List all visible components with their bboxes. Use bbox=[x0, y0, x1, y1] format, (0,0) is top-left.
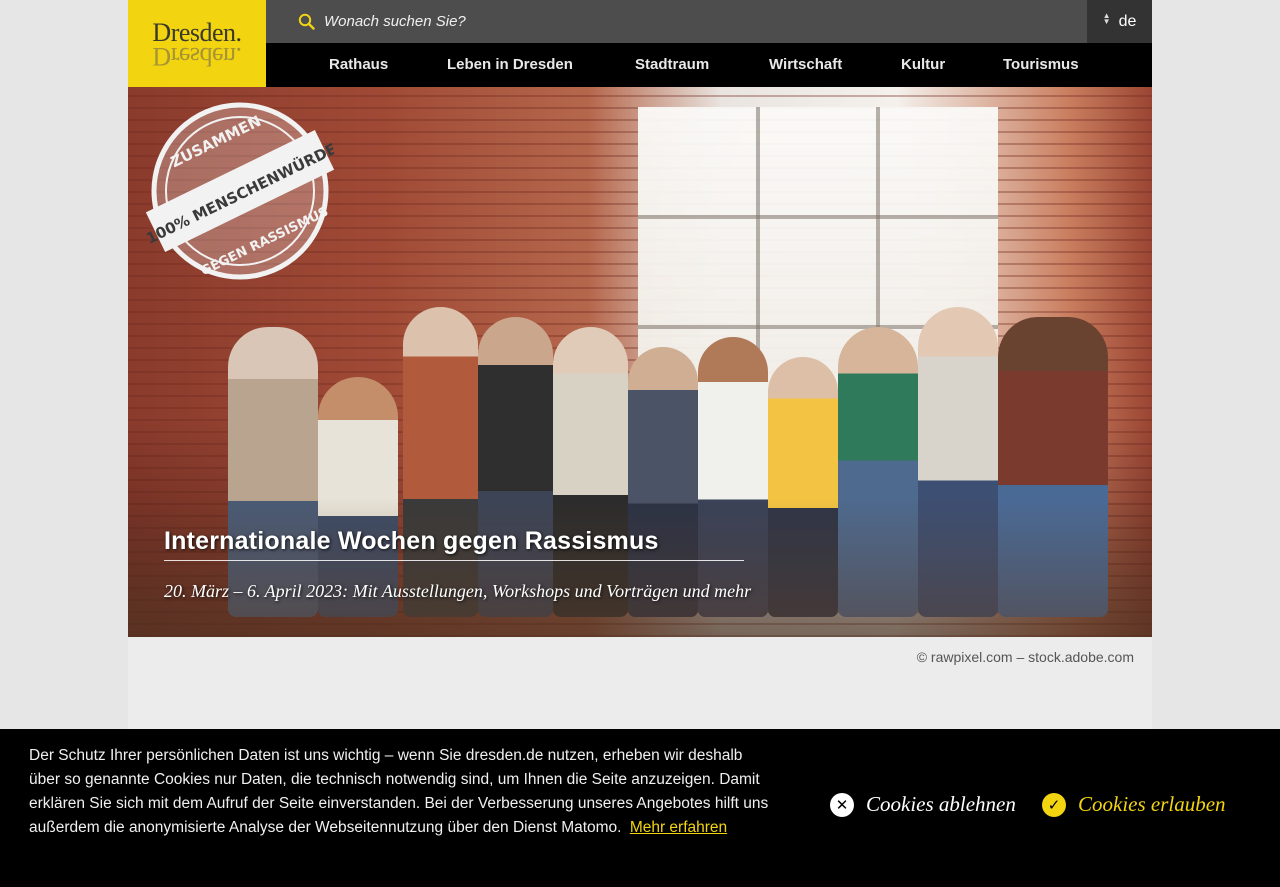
search-icon[interactable] bbox=[296, 12, 316, 32]
cookie-text-paragraph: Der Schutz Ihrer persönlichen Daten ist … bbox=[29, 744, 769, 840]
allow-cookies-button[interactable]: ✓ Cookies erlauben bbox=[1042, 792, 1226, 817]
check-circle-icon: ✓ bbox=[1042, 792, 1066, 817]
nav-item-tourismus[interactable]: Tourismus bbox=[1003, 56, 1079, 73]
more-info-link[interactable]: Mehr erfahren bbox=[630, 819, 727, 836]
nav-item-stadtraum[interactable]: Stadtraum bbox=[635, 56, 709, 73]
hero-title: Internationale Wochen gegen Rassismus bbox=[164, 527, 744, 561]
allow-cookies-label: Cookies erlauben bbox=[1078, 792, 1226, 816]
decline-cookies-button[interactable]: ✕ Cookies ablehnen bbox=[830, 792, 1016, 817]
nav-item-wirtschaft[interactable]: Wirtschaft bbox=[769, 56, 842, 73]
cookie-banner: Der Schutz Ihrer persönlichen Daten ist … bbox=[0, 729, 1280, 887]
close-circle-icon: ✕ bbox=[830, 792, 854, 817]
decline-cookies-label: Cookies ablehnen bbox=[866, 792, 1016, 816]
nav-item-kultur[interactable]: Kultur bbox=[901, 56, 945, 73]
logo-text: Dresden. bbox=[152, 17, 242, 47]
hero-banner[interactable]: 100% MENSCHENWÜRDE ZUSAMMEN GEGEN RASSIS… bbox=[128, 87, 1152, 637]
nav-item-rathaus[interactable]: Rathaus bbox=[329, 56, 388, 73]
language-arrows-icon: ▲ ▼ bbox=[1102, 10, 1111, 26]
logo-mirror-text: Dresden. bbox=[152, 41, 242, 71]
hero-subtitle: 20. März – 6. April 2023: Mit Ausstellun… bbox=[164, 581, 752, 601]
hero-floor bbox=[128, 497, 1152, 637]
dresden-logo[interactable]: Dresden. Dresden. bbox=[128, 0, 266, 87]
image-credit: © rawpixel.com – stock.adobe.com bbox=[916, 649, 1134, 665]
search-input[interactable] bbox=[324, 0, 1087, 43]
main-navigation: Rathaus Leben in Dresden Stadtraum Wirts… bbox=[266, 43, 1152, 87]
nav-item-leben-in-dresden[interactable]: Leben in Dresden bbox=[447, 56, 573, 73]
stamp-logo: 100% MENSCHENWÜRDE ZUSAMMEN GEGEN RASSIS… bbox=[143, 102, 339, 280]
language-selector[interactable]: ▲ ▼ de bbox=[1087, 0, 1152, 43]
search-bar bbox=[266, 0, 1087, 43]
language-current: de bbox=[1118, 12, 1137, 30]
